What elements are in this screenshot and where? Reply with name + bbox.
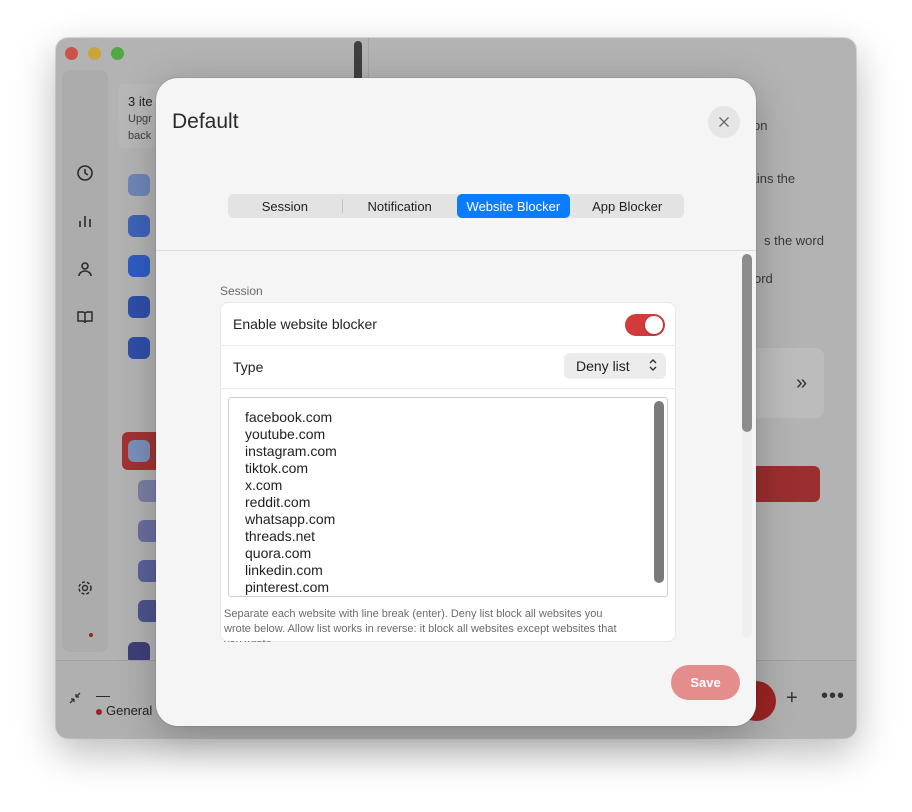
type-select-value: Deny list [576,358,630,374]
music-item-icon[interactable] [128,255,150,277]
enable-label: Enable website blocker [233,316,377,332]
site-entry: youtube.com [245,426,326,442]
modal-footer [156,642,756,726]
window-close-button[interactable] [65,47,78,60]
window-zoom-button[interactable] [111,47,124,60]
list-item-icon[interactable] [128,337,150,359]
tab-bar: Session Notification Website Blocker App… [228,194,684,218]
site-entry: x.com [245,477,283,493]
type-select[interactable]: Deny list [564,353,666,379]
notification-dot [89,633,93,637]
enable-row: Enable website blocker [221,303,675,345]
tab-notification[interactable]: Notification [343,194,457,218]
row-divider [221,388,675,389]
type-row: Type Deny list [221,346,675,388]
right-card[interactable] [746,348,824,418]
site-list-textarea[interactable]: facebook.com youtube.com instagram.com tikt… [228,397,668,597]
header-divider [156,250,756,251]
site-entry: tiktok.com [245,460,309,476]
site-entry: pinterest.com [245,579,330,595]
chart-icon[interactable] [76,212,94,230]
section-label: Session [220,284,263,298]
window-minimize-button[interactable] [88,47,101,60]
gear-icon[interactable] [76,579,94,597]
clock-icon[interactable] [76,164,94,182]
site-entry: whatsapp.com [245,511,336,527]
modal-scroll-thumb[interactable] [742,254,752,432]
tab-website-blocker[interactable]: Website Blocker [456,194,571,218]
double-chevron-icon[interactable]: » [796,372,807,395]
timer-dash: — [96,687,110,703]
shrink-icon[interactable] [68,691,82,705]
right-action-button[interactable] [746,466,820,502]
type-label: Type [233,359,264,375]
settings-group: Enable website blocker Type Deny list fa… [220,302,676,642]
add-button[interactable]: + [786,687,798,710]
site-entry: facebook.com [245,409,333,425]
tab-app-blocker[interactable]: App Blocker [570,194,684,218]
chevron-updown-icon [649,359,657,371]
site-entry: instagram.com [245,443,337,459]
layers-icon [128,440,150,462]
more-button[interactable]: ••• [821,685,845,708]
tab-session[interactable]: Session [228,194,342,218]
profile-modal: Default Session Notification Website Blo… [156,78,756,726]
enable-toggle[interactable] [625,314,665,336]
textarea-scrollbar[interactable] [654,401,664,583]
modal-title: Default [172,110,239,133]
toggle-knob [645,316,663,334]
icon-rail [62,70,108,652]
settings-item-icon[interactable] [128,174,150,196]
site-entry: linkedin.com [245,562,323,578]
session-dot [96,709,102,715]
book-icon[interactable] [76,308,94,326]
close-icon [719,117,729,127]
notification-item-icon[interactable] [128,215,150,237]
save-button[interactable]: Save [671,665,740,700]
close-button[interactable] [708,106,740,138]
site-entry: reddit.com [245,494,311,510]
calendar-item-icon[interactable] [128,296,150,318]
session-label: General [106,703,153,718]
right-text-3: s the word [764,233,824,248]
site-entry: threads.net [245,528,316,544]
site-list: facebook.com youtube.com instagram.com tikt… [245,409,337,596]
site-entry: quora.com [245,545,312,561]
person-icon[interactable] [76,260,94,278]
right-text-4: ord [754,271,773,286]
